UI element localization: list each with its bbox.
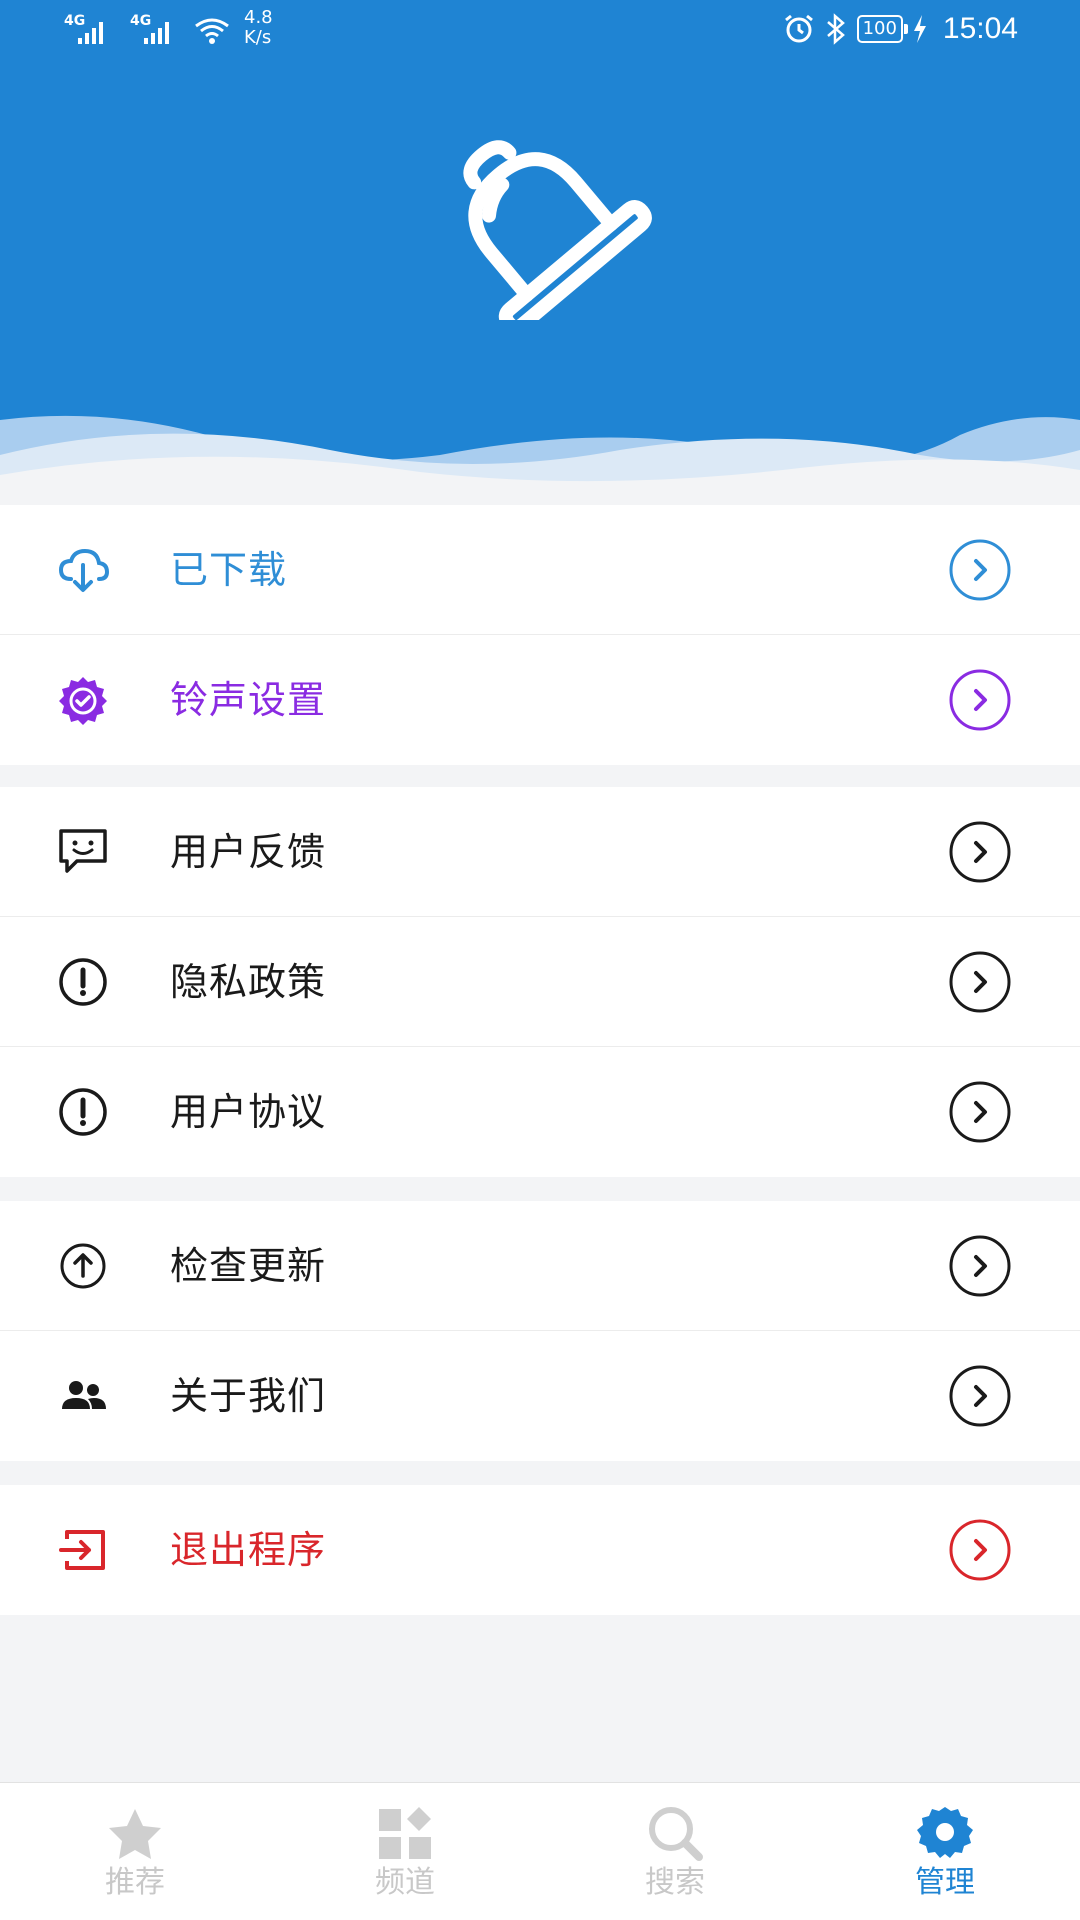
clock: 15:04 (942, 12, 1018, 45)
menu-item-downloaded[interactable]: 已下载 (0, 505, 1080, 635)
chevron-right-icon[interactable] (948, 538, 1012, 602)
signal-strength-icon: 4G (62, 8, 114, 48)
tab-recommend-label: 推荐 (105, 1865, 165, 1900)
wifi-icon (195, 18, 229, 44)
menu-label-feedback: 用户反馈 (170, 830, 327, 874)
menu-label-privacy-policy: 隐私政策 (170, 960, 327, 1004)
tab-channel-label: 频道 (375, 1865, 435, 1900)
gear-icon (917, 1807, 973, 1858)
chevron-right-icon[interactable] (948, 950, 1012, 1014)
signal-strength-icon: 4G (128, 8, 180, 48)
manage-screen: 4G 4G 4.8 K/s 100 15:04 已下载 铃声设置 用户反馈 隐私… (0, 0, 1080, 1920)
menu-item-ringtone-settings[interactable]: 铃声设置 (0, 635, 1080, 765)
chevron-right-icon[interactable] (948, 1518, 1012, 1582)
tab-search[interactable]: 搜索 (540, 1783, 810, 1920)
menu-label-about-us: 关于我们 (170, 1374, 327, 1418)
menu-item-exit[interactable]: 退出程序 (0, 1485, 1080, 1615)
alarm-icon (784, 14, 813, 43)
status-left: 4G 4G 4.8 K/s (62, 8, 273, 48)
bottom-nav: 推荐 频道 搜索 管理 (0, 1782, 1080, 1920)
tab-recommend[interactable]: 推荐 (0, 1783, 270, 1920)
battery-indicator: 100 (856, 15, 909, 43)
upload-circle-icon (60, 1243, 106, 1289)
exit-icon (59, 1530, 105, 1570)
charging-icon (913, 15, 926, 43)
net-speed: 4.8 K/s (244, 8, 273, 48)
alert-circle-icon (59, 1088, 107, 1136)
net-speed-unit: K/s (244, 27, 272, 48)
badge-check-icon (59, 677, 107, 725)
status-bar: 4G 4G 4.8 K/s 100 15:04 (0, 0, 1080, 62)
net-speed-value: 4.8 (244, 7, 273, 28)
status-right: 100 15:04 (783, 12, 1018, 46)
bluetooth-icon (826, 13, 845, 45)
tab-channel[interactable]: 频道 (270, 1783, 540, 1920)
bell-logo-icon (463, 140, 652, 320)
menu-item-privacy-policy[interactable]: 隐私政策 (0, 917, 1080, 1047)
chevron-right-icon[interactable] (948, 1080, 1012, 1144)
menu-label-check-update: 检查更新 (170, 1244, 327, 1288)
chevron-right-icon[interactable] (948, 820, 1012, 884)
cloud-download-icon (58, 548, 110, 592)
menu-label-exit: 退出程序 (170, 1528, 327, 1572)
menu-item-check-update[interactable]: 检查更新 (0, 1201, 1080, 1331)
menu-label-downloaded: 已下载 (170, 548, 288, 592)
menu-group-2: 用户反馈 隐私政策 用户协议 (0, 787, 1080, 1177)
grid-icon (379, 1807, 431, 1859)
star-icon (109, 1809, 161, 1859)
battery-level: 100 (862, 18, 897, 39)
menu-label-ringtone-settings: 铃声设置 (170, 678, 327, 722)
menu-group-3: 检查更新 关于我们 (0, 1201, 1080, 1461)
header-banner: 4G 4G 4.8 K/s 100 15:04 (0, 0, 1080, 505)
users-icon (62, 1381, 106, 1409)
wave-decoration (0, 415, 1080, 505)
menu-group-1: 已下载 铃声设置 (0, 505, 1080, 765)
tab-search-label: 搜索 (645, 1865, 705, 1900)
menu-label-user-agreement: 用户协议 (170, 1090, 327, 1134)
menu-group-4: 退出程序 (0, 1485, 1080, 1615)
alert-circle-icon (59, 958, 107, 1006)
chat-smile-icon (59, 829, 107, 873)
chevron-right-icon[interactable] (948, 668, 1012, 732)
chevron-right-icon[interactable] (948, 1234, 1012, 1298)
menu-item-feedback[interactable]: 用户反馈 (0, 787, 1080, 917)
search-icon (649, 1807, 703, 1861)
menu-item-user-agreement[interactable]: 用户协议 (0, 1047, 1080, 1177)
tab-manage[interactable]: 管理 (810, 1783, 1080, 1920)
chevron-right-icon[interactable] (948, 1364, 1012, 1428)
menu-item-about-us[interactable]: 关于我们 (0, 1331, 1080, 1461)
tab-manage-label: 管理 (915, 1865, 975, 1900)
